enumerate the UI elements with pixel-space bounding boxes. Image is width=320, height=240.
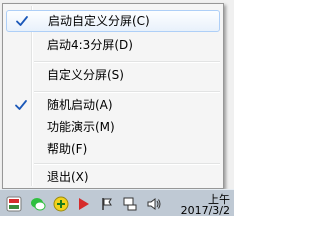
menu-item-demo[interactable]: 功能演示(M)	[5, 116, 221, 138]
taskbar: 上午 2017/3/2	[0, 189, 234, 216]
tray-context-menu: 启动自定义分屏(C) 启动4:3分屏(D) 自定义分屏(S) 随机启动(A) 功…	[2, 3, 224, 189]
menu-item-label: 功能演示(M)	[47, 120, 115, 134]
menu-item-label: 帮助(F)	[47, 142, 88, 156]
checkmark-icon	[16, 16, 28, 26]
chat-icon[interactable]	[30, 196, 46, 212]
menu-item-custom-split[interactable]: 自定义分屏(S)	[5, 64, 221, 86]
app-tray-icon[interactable]	[6, 196, 22, 212]
screenshot-stage: 启动自定义分屏(C) 启动4:3分屏(D) 自定义分屏(S) 随机启动(A) 功…	[0, 0, 234, 216]
menu-item-exit[interactable]: 退出(X)	[5, 166, 221, 188]
add-circle-icon[interactable]	[53, 196, 69, 212]
volume-icon[interactable]	[146, 196, 162, 212]
flag-icon[interactable]	[99, 196, 115, 212]
menu-item-help[interactable]: 帮助(F)	[5, 138, 221, 160]
menu-item-start-custom-split[interactable]: 启动自定义分屏(C)	[6, 10, 220, 32]
menu-item-label: 启动4:3分屏(D)	[47, 38, 133, 52]
network-icon[interactable]	[122, 196, 138, 212]
red-arrow-icon[interactable]	[76, 196, 92, 212]
menu-separator	[34, 163, 220, 165]
checkmark-icon	[15, 100, 27, 110]
menu-item-start-4-3-split[interactable]: 启动4:3分屏(D)	[5, 34, 221, 56]
clock-date[interactable]: 2017/3/2	[181, 204, 230, 216]
menu-item-label: 退出(X)	[47, 170, 89, 184]
menu-item-random-start[interactable]: 随机启动(A)	[5, 94, 221, 116]
menu-separator	[34, 61, 220, 63]
menu-separator	[34, 91, 220, 93]
menu-item-label: 随机启动(A)	[47, 98, 113, 112]
menu-item-label: 自定义分屏(S)	[47, 68, 124, 82]
menu-item-label: 启动自定义分屏(C)	[48, 14, 150, 28]
